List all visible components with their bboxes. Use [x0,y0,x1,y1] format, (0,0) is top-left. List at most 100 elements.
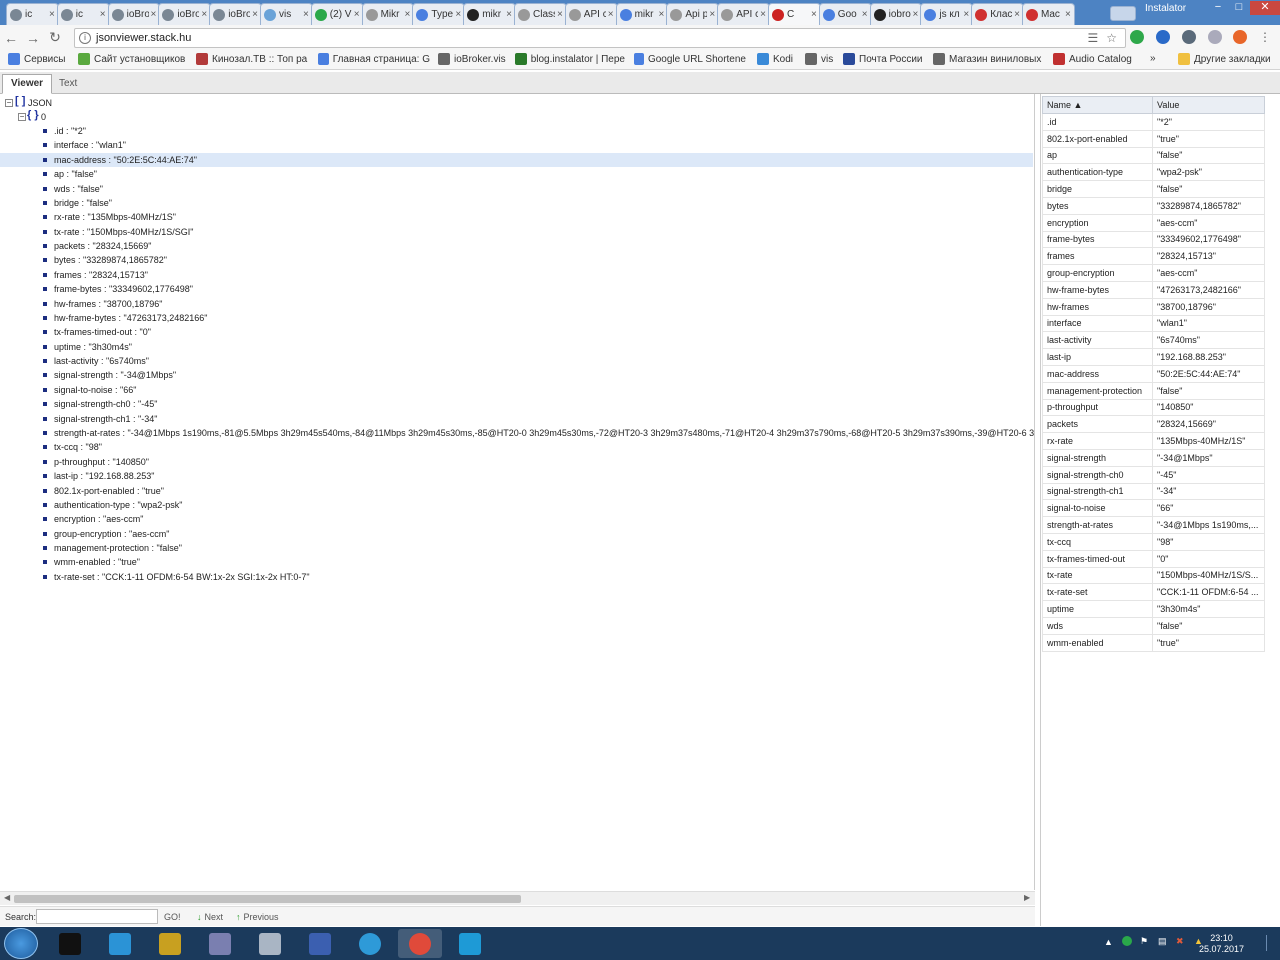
collapse-toggle-icon[interactable]: − [5,99,13,107]
browser-tab[interactable]: iobro × [869,3,923,25]
browser-tab[interactable]: ioBro × [158,3,212,25]
table-row[interactable]: frames "28324,15713" [1042,247,1265,266]
scroll-left-icon[interactable]: ◀ [4,893,10,902]
table-row[interactable]: tx-rate "150Mbps-40MHz/1S/S... [1042,566,1265,585]
tree-node[interactable]: wds : "false" [54,182,103,196]
close-tab-icon[interactable]: × [303,9,309,20]
extension-icon[interactable] [1233,30,1247,44]
taskbar-app-webstorm[interactable] [448,929,492,958]
bookmarks-more-button[interactable]: » [1150,53,1156,64]
back-button[interactable]: ← [0,27,22,49]
table-row[interactable]: tx-rate-set "CCK:1-11 OFDM:6-54 ... [1042,583,1265,602]
bookmark-item[interactable]: Кинозал.ТВ :: Топ ра [196,53,308,65]
close-tab-icon[interactable]: × [1065,9,1071,20]
table-row[interactable]: wds "false" [1042,616,1265,635]
table-row[interactable]: frame-bytes "33349602,1776498" [1042,230,1265,249]
tree-object-label[interactable]: 0 [41,110,46,124]
taskbar-app-chrome[interactable] [398,929,442,958]
browser-tab[interactable]: Клас × [971,3,1024,25]
tree-node[interactable]: frame-bytes : "33349602,1776498" [54,282,193,296]
table-row[interactable]: signal-strength-ch1 "-34" [1042,482,1265,501]
table-row[interactable]: rx-rate "135Mbps-40MHz/1S" [1042,432,1265,450]
tree-node[interactable]: bridge : "false" [54,196,112,210]
close-tab-icon[interactable]: × [709,9,715,20]
close-tab-icon[interactable]: × [49,9,55,20]
taskbar-app-kodi[interactable] [98,929,142,958]
extension-icon[interactable] [1208,30,1222,44]
tree-node[interactable]: signal-strength : "-34@1Mbps" [54,368,176,382]
browser-tab[interactable]: ic × [6,3,59,25]
table-row[interactable]: group-encryption "aes-ccm" [1042,264,1265,282]
extension-icon[interactable] [1130,30,1144,44]
horizontal-scrollbar[interactable]: ◀ ▶ [0,891,1035,905]
new-tab-button[interactable] [1110,6,1136,21]
collapse-toggle-icon[interactable]: − [18,113,26,121]
bookmark-item[interactable]: Сайт установщиков [78,53,186,65]
tree-root-label[interactable]: JSON [28,96,52,110]
table-row[interactable]: hw-frames "38700,18796" [1042,297,1265,316]
table-row[interactable]: bytes "33289874,1865782" [1042,196,1265,215]
star-icon[interactable]: ☆ [1106,31,1117,45]
close-tab-icon[interactable]: × [354,9,360,20]
bookmark-item[interactable]: Kodi [757,53,797,65]
translate-icon[interactable]: ☰ [1087,31,1098,45]
close-tab-icon[interactable]: × [963,9,969,20]
close-tab-icon[interactable]: × [913,9,919,20]
tree-node[interactable]: interface : "wlan1" [54,138,126,152]
table-row[interactable]: last-activity "6s740ms" [1042,331,1265,350]
extension-icon[interactable] [1182,30,1196,44]
scroll-thumb[interactable] [14,895,521,903]
bookmark-item[interactable]: ioBroker.vis [438,53,508,65]
browser-tab[interactable]: API c × [717,3,770,25]
bookmark-item[interactable]: Главная страница: G [318,53,430,65]
forward-button[interactable]: → [22,27,44,49]
table-row[interactable]: tx-ccq "98" [1042,532,1265,551]
minimize-button[interactable]: − [1208,1,1228,15]
column-header-name[interactable]: Name ▲ [1042,96,1153,114]
table-row[interactable]: last-ip "192.168.88.253" [1042,348,1265,366]
browser-tab[interactable]: Class× [514,3,567,25]
menu-icon[interactable]: ⋮ [1258,30,1272,44]
bookmark-item[interactable]: vis [805,53,835,65]
close-tab-icon[interactable]: × [557,9,563,20]
browser-tab[interactable]: C × [768,3,821,25]
close-tab-icon[interactable]: × [760,9,766,20]
taskbar-app-telegram[interactable] [348,929,392,958]
tree-node[interactable]: rx-rate : "135Mbps-40MHz/1S" [54,210,176,224]
browser-tab[interactable]: Mikr × [361,3,415,25]
table-row[interactable]: uptime "3h30m4s" [1042,600,1265,618]
tree-node[interactable]: last-activity : "6s740ms" [54,354,149,368]
close-tab-icon[interactable]: × [252,9,258,20]
bookmark-item[interactable]: Магазин виниловых [933,53,1043,65]
next-button[interactable]: ↓ Next [197,912,223,922]
taskbar-app-7zip[interactable] [148,929,192,958]
browser-tab[interactable]: vis × [260,3,313,25]
close-tab-icon[interactable]: × [811,9,817,20]
table-row[interactable]: 802.1x-port-enabled "true" [1042,129,1265,148]
column-header-value[interactable]: Value [1152,96,1265,114]
browser-tab[interactable]: Api p × [666,3,720,25]
tree-node[interactable]: hw-frame-bytes : "47263173,2482166" [54,311,208,325]
table-row[interactable]: management-protection "false" [1042,381,1265,400]
tree-node[interactable]: tx-ccq : "98" [54,440,102,454]
close-tab-icon[interactable]: × [201,9,207,20]
tree-node[interactable]: group-encryption : "aes-ccm" [54,527,169,541]
tree-node[interactable]: p-throughput : "140850" [54,455,149,469]
show-desktop-button[interactable] [1266,935,1276,951]
tree-node[interactable]: tx-frames-timed-out : "0" [54,325,151,339]
tab-viewer[interactable]: Viewer [2,74,53,94]
tree-node[interactable]: wmm-enabled : "true" [54,555,140,569]
search-input[interactable] [36,909,158,924]
close-tab-icon[interactable]: × [100,9,106,20]
table-row[interactable]: tx-frames-timed-out "0" [1042,549,1265,568]
tab-text[interactable]: Text [50,74,86,94]
tree-node[interactable]: last-ip : "192.168.88.253" [54,469,154,483]
table-row[interactable]: interface "wlan1" [1042,314,1265,333]
browser-tab[interactable]: (2) V × [310,3,364,25]
table-row[interactable]: signal-strength "-34@1Mbps" [1042,448,1265,467]
clock[interactable]: 23:10 25.07.2017 [1199,933,1244,955]
volume-icon[interactable]: ✖ [1176,936,1184,947]
tree-node[interactable]: 802.1x-port-enabled : "true" [54,484,164,498]
close-tab-icon[interactable]: × [151,9,157,20]
browser-tab[interactable]: mikr × [615,3,669,25]
